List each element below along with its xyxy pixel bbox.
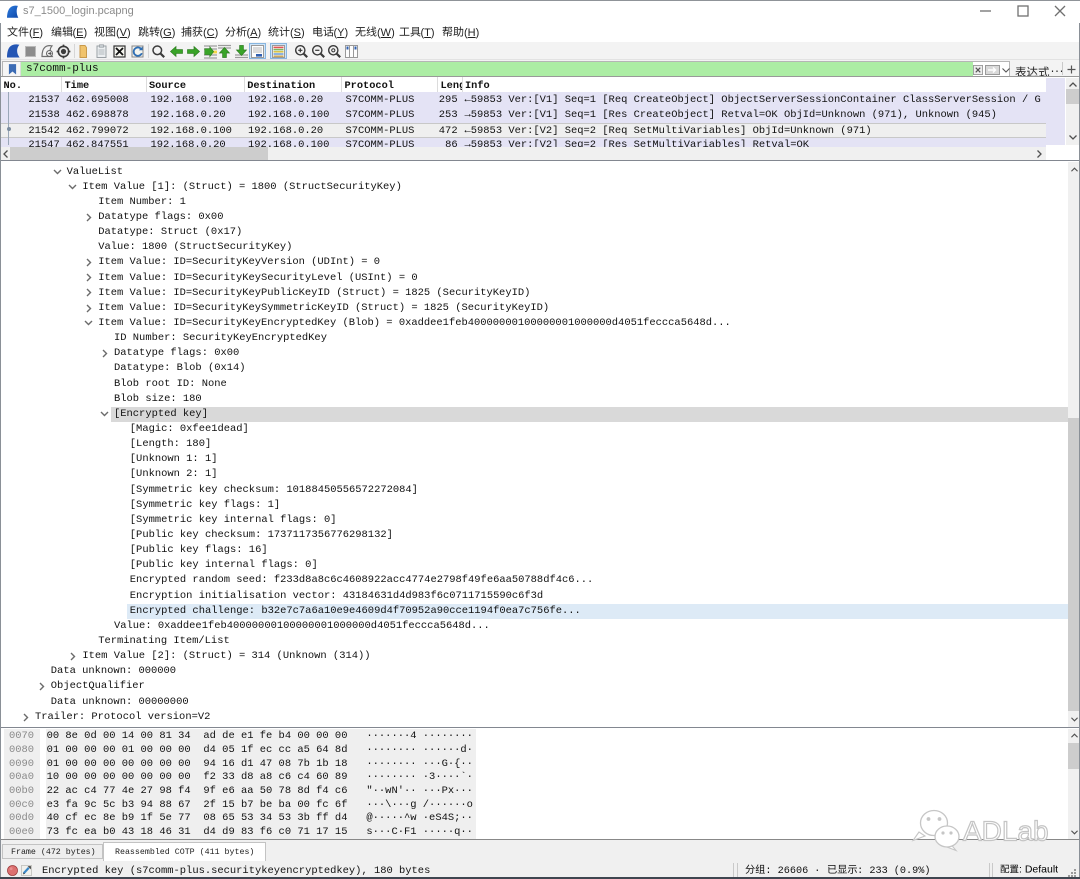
svg-text:ADLab: ADLab: [963, 816, 1049, 847]
